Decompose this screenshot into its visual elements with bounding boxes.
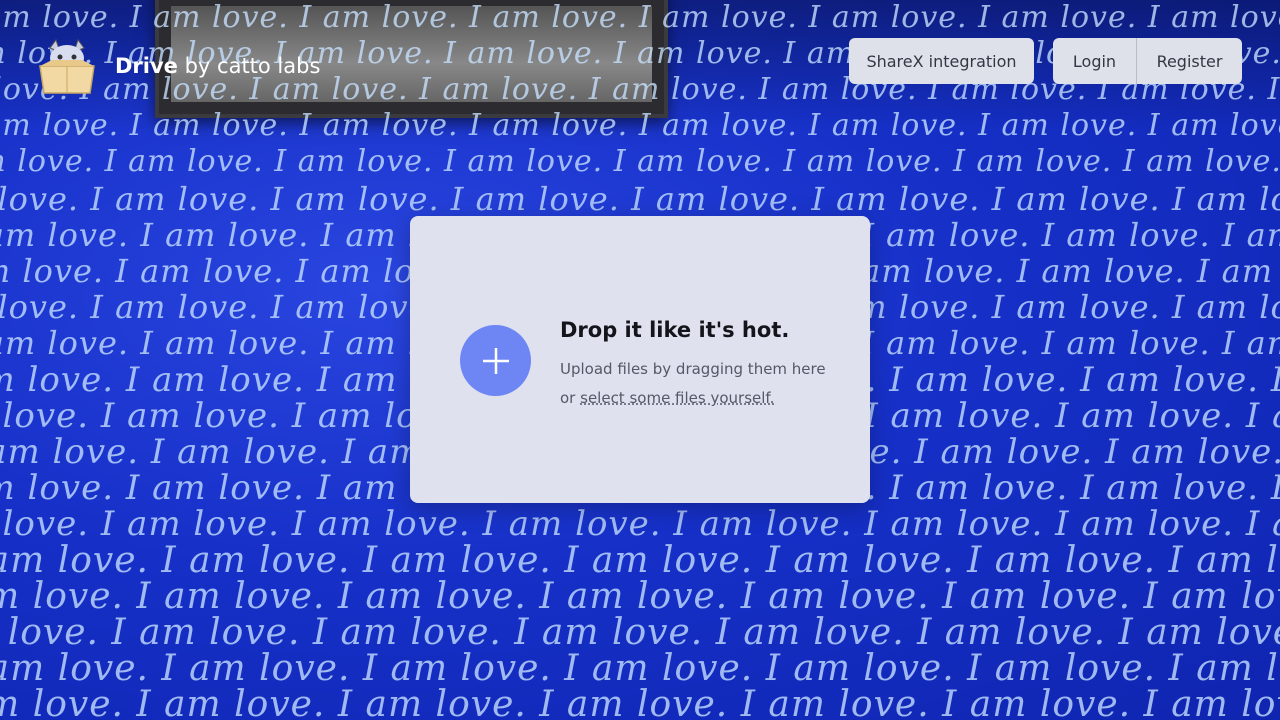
wall-text-row: I am love. I am love. I am love. I am lo… (0, 648, 1280, 689)
login-button[interactable]: Login (1053, 38, 1137, 84)
wall-text-row: I am love. I am love. I am love. I am lo… (0, 0, 1280, 35)
wall-text-row: I am love. I am love. I am love. I am lo… (0, 612, 1280, 653)
wall-text-row: I am love. I am love. I am love. I am lo… (0, 540, 1280, 581)
wall-text-row: I am love. I am love. I am love. I am lo… (0, 144, 1280, 179)
brand-name: Drive (115, 54, 178, 78)
add-files-button[interactable] (460, 325, 531, 396)
dropzone-hint: Upload files by dragging them here (560, 360, 826, 378)
cat-in-box-icon[interactable] (38, 38, 96, 96)
sharex-integration-button[interactable]: ShareX integration (849, 38, 1034, 84)
wall-text-row: I am love. I am love. I am love. I am lo… (0, 180, 1280, 218)
register-button[interactable]: Register (1137, 38, 1242, 84)
upload-dropzone[interactable]: Drop it like it's hot. Upload files by d… (410, 216, 870, 503)
wall-text-row: I am love. I am love. I am love. I am lo… (0, 108, 1280, 143)
wall-text-row: I am love. I am love. I am love. I am lo… (0, 504, 1280, 544)
dropzone-title: Drop it like it's hot. (560, 318, 790, 342)
wall-text-row: I am love. I am love. I am love. I am lo… (0, 684, 1280, 720)
brand-title[interactable]: Drive by catto labs (115, 54, 320, 78)
dropzone-subtitle: Upload files by dragging them here or se… (560, 355, 850, 413)
brand-suffix: by catto labs (177, 54, 321, 78)
wall-text-row: I am love. I am love. I am love. I am lo… (0, 576, 1280, 617)
dropzone-or: or (560, 389, 581, 407)
plus-icon (482, 347, 509, 374)
select-files-link[interactable]: select some files yourself. (580, 389, 774, 407)
auth-button-group: Login Register (1053, 38, 1242, 84)
